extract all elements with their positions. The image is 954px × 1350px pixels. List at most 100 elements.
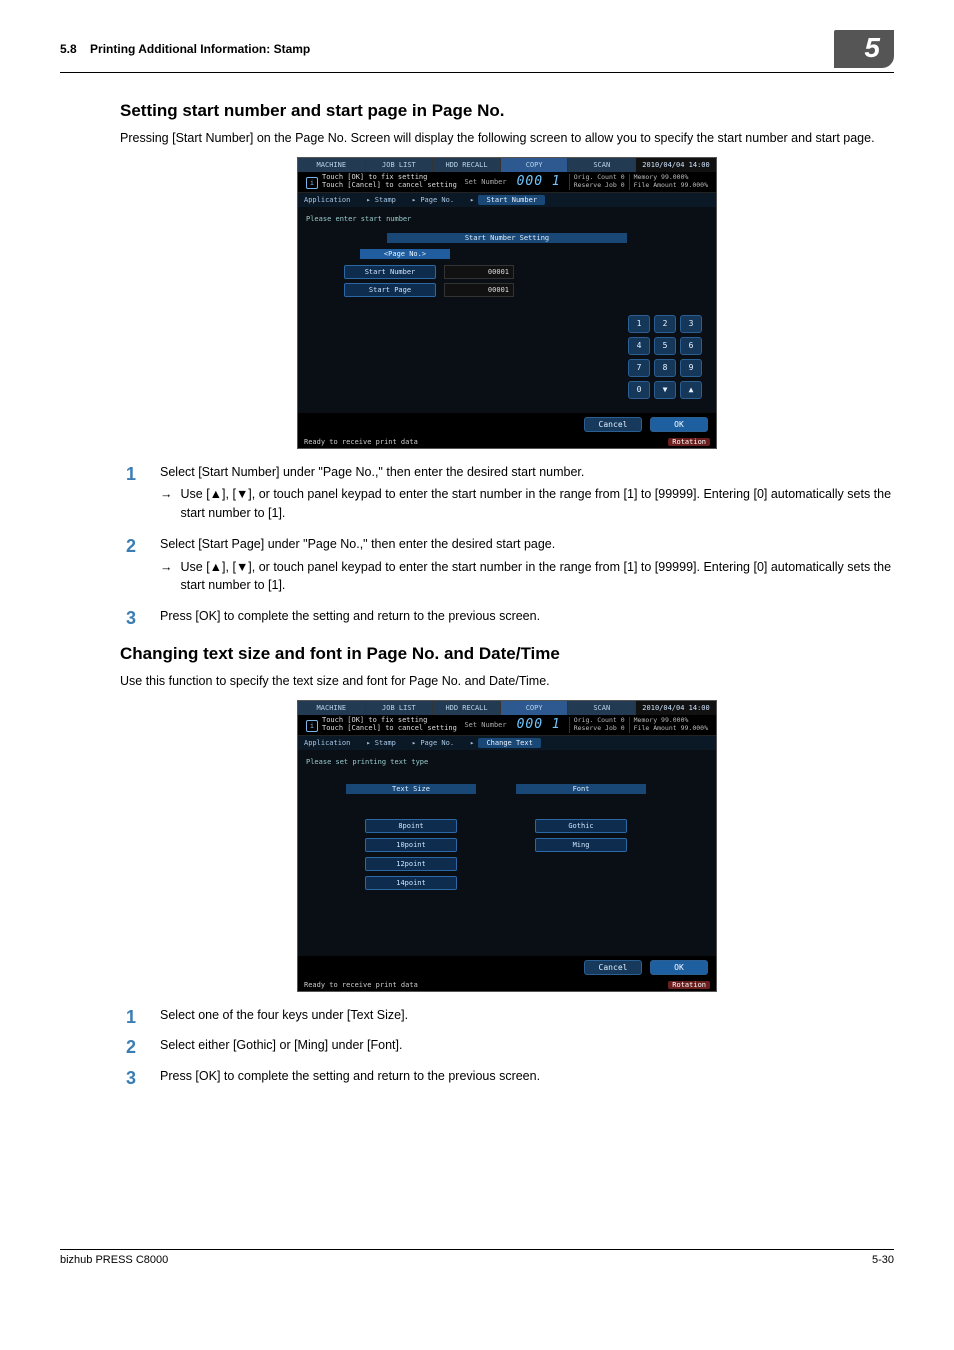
set-number-label: Set Number (464, 178, 508, 186)
ss2-cancel-button[interactable]: Cancel (584, 960, 642, 975)
breadcrumb: Application ▸ Stamp ▸ Page No. ▸ Start N… (298, 193, 716, 207)
ss2-stat-file-label: File Amount (634, 724, 677, 732)
ss-timestamp: 2010/04/04 14:00 (636, 158, 716, 172)
stat-memory-label: Memory (634, 173, 657, 181)
s2-step-3: Press [OK] to complete the setting and r… (120, 1067, 894, 1086)
start-page-button[interactable]: Start Page (344, 283, 436, 297)
step-1-main: Select [Start Number] under "Page No.," … (160, 465, 584, 479)
ready-status: Ready to receive print data (304, 438, 418, 446)
s2-step-3-main: Press [OK] to complete the setting and r… (160, 1069, 540, 1083)
key-4[interactable]: 4 (628, 337, 650, 355)
screenshot-start-number: MACHINE JOB LIST HDD RECALL COPY SCAN 20… (297, 157, 717, 449)
info-icon: i (306, 177, 318, 189)
arrow-icon: → (160, 485, 173, 523)
ss2-stat-memory-val: 99.000% (661, 716, 688, 724)
ss2-info-line2: Touch [Cancel] to cancel setting (322, 725, 464, 733)
step-1: Select [Start Number] under "Page No.," … (120, 463, 894, 523)
step-3-main: Press [OK] to complete the setting and r… (160, 609, 540, 623)
ss-tab-hdd[interactable]: HDD RECALL (433, 158, 501, 172)
ss2-stat-file-val: 99.000% (681, 724, 708, 732)
product-name: bizhub PRESS C8000 (60, 1254, 168, 1266)
ss2-tab-joblist[interactable]: JOB LIST (366, 701, 434, 715)
font-gothic[interactable]: Gothic (535, 819, 627, 833)
key-1[interactable]: 1 (628, 315, 650, 333)
ss2-bc-application[interactable]: Application (304, 739, 350, 747)
page-number: 5-30 (872, 1254, 894, 1266)
size-12point[interactable]: 12point (365, 857, 457, 871)
start-number-button[interactable]: Start Number (344, 265, 436, 279)
key-up-icon[interactable]: ▲ (680, 381, 702, 399)
key-6[interactable]: 6 (680, 337, 702, 355)
stat-reserve-value: 0 (621, 181, 625, 189)
info-line2: Touch [Cancel] to cancel setting (322, 182, 464, 190)
bc-pageno[interactable]: Page No. (420, 196, 454, 204)
stat-file-value: 99.000% (681, 181, 708, 189)
section-header-title: Printing Additional Information: Stamp (90, 42, 310, 56)
section2-intro: Use this function to specify the text si… (120, 672, 894, 690)
key-down-icon[interactable]: ▼ (654, 381, 676, 399)
s2-step-2: Select either [Gothic] or [Ming] under [… (120, 1036, 894, 1055)
stat-file-label: File Amount (634, 181, 677, 189)
ok-button[interactable]: OK (650, 417, 708, 432)
ss2-bc-change-text[interactable]: Change Text (478, 738, 540, 748)
section1-title: Setting start number and start page in P… (120, 101, 894, 121)
font-ming[interactable]: Ming (535, 838, 627, 852)
s2-step-2-main: Select either [Gothic] or [Ming] under [… (160, 1038, 402, 1052)
key-5[interactable]: 5 (654, 337, 676, 355)
ss2-stat-orig-val: 0 (621, 716, 625, 724)
start-page-value[interactable]: 00001 (444, 283, 514, 297)
stat-orig-count-label: Orig. Count (574, 173, 617, 181)
ss2-set-number-value: 000 1 (509, 717, 569, 732)
s2-step-1: Select one of the four keys under [Text … (120, 1006, 894, 1025)
group-label: Start Number Setting (387, 233, 627, 243)
section2-steps: Select one of the four keys under [Text … (120, 1006, 894, 1086)
step-3: Press [OK] to complete the setting and r… (120, 607, 894, 626)
ss2-tab-scan[interactable]: SCAN (568, 701, 636, 715)
key-9[interactable]: 9 (680, 359, 702, 377)
ss2-stat-orig-label: Orig. Count (574, 716, 617, 724)
key-7[interactable]: 7 (628, 359, 650, 377)
ss-tab-joblist[interactable]: JOB LIST (366, 158, 434, 172)
ss2-stat-memory-label: Memory (634, 716, 657, 724)
section-number: 5.8 (60, 42, 77, 56)
arrow-icon: → (160, 558, 173, 596)
text-size-header: Text Size (346, 784, 476, 794)
cancel-button[interactable]: Cancel (584, 417, 642, 432)
section2-title: Changing text size and font in Page No. … (120, 644, 894, 664)
key-8[interactable]: 8 (654, 359, 676, 377)
size-10point[interactable]: 10point (365, 838, 457, 852)
ss2-timestamp: 2010/04/04 14:00 (636, 701, 716, 715)
set-number-value: 000 1 (509, 174, 569, 189)
font-header: Font (516, 784, 646, 794)
ss2-tab-copy[interactable]: COPY (501, 701, 569, 715)
key-3[interactable]: 3 (680, 315, 702, 333)
page-header: 5.8 Printing Additional Information: Sta… (60, 30, 894, 73)
ss-tab-machine[interactable]: MACHINE (298, 158, 366, 172)
ss2-ready-status: Ready to receive print data (304, 981, 418, 989)
ss2-bc-pageno[interactable]: Page No. (420, 739, 454, 747)
ss2-bc-stamp[interactable]: Stamp (375, 739, 396, 747)
size-8point[interactable]: 8point (365, 819, 457, 833)
step-2-main: Select [Start Page] under "Page No.," th… (160, 537, 555, 551)
step-1-sub: Use [▲], [▼], or touch panel keypad to e… (181, 485, 895, 523)
start-number-value[interactable]: 00001 (444, 265, 514, 279)
ss-tab-copy[interactable]: COPY (501, 158, 569, 172)
ss2-set-number-label: Set Number (464, 721, 508, 729)
ss2-tab-hdd[interactable]: HDD RECALL (433, 701, 501, 715)
s2-step-1-main: Select one of the four keys under [Text … (160, 1008, 408, 1022)
ss2-prompt: Please set printing text type (306, 758, 708, 766)
key-2[interactable]: 2 (654, 315, 676, 333)
key-0[interactable]: 0 (628, 381, 650, 399)
bc-application[interactable]: Application (304, 196, 350, 204)
size-14point[interactable]: 14point (365, 876, 457, 890)
ss-tab-scan[interactable]: SCAN (568, 158, 636, 172)
ss2-tab-machine[interactable]: MACHINE (298, 701, 366, 715)
bc-start-number[interactable]: Start Number (478, 195, 545, 205)
section1-steps: Select [Start Number] under "Page No.," … (120, 463, 894, 626)
info-icon: i (306, 720, 318, 732)
step-2-sub: Use [▲], [▼], or touch panel keypad to e… (181, 558, 895, 596)
bc-stamp[interactable]: Stamp (375, 196, 396, 204)
section1-intro: Pressing [Start Number] on the Page No. … (120, 129, 894, 147)
prompt-text: Please enter start number (306, 215, 708, 223)
ss2-ok-button[interactable]: OK (650, 960, 708, 975)
